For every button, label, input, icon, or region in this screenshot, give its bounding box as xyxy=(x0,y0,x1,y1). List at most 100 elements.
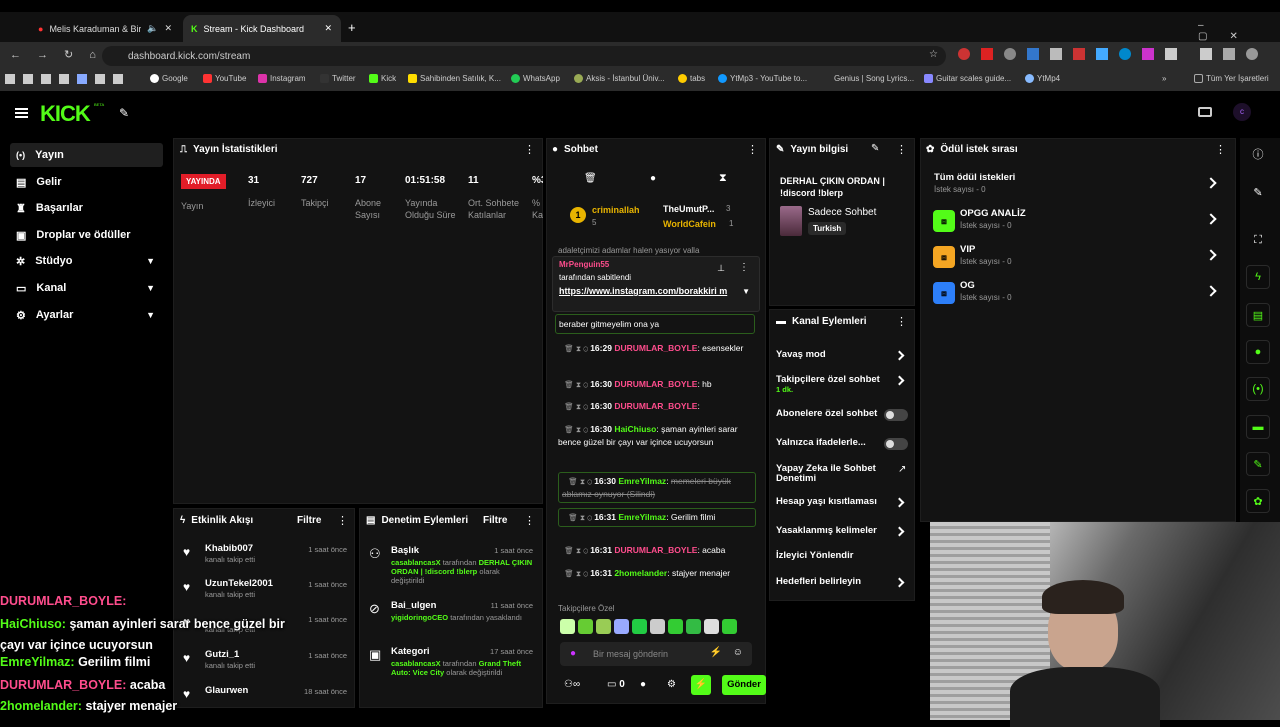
address-bar[interactable]: dashboard.kick.com/stream ☆ xyxy=(102,46,946,66)
channel-action-item[interactable]: Yapay Zeka ile Sohbet Denetimi xyxy=(776,464,886,484)
external-link-icon[interactable]: ↗ xyxy=(898,464,906,475)
channel-action-item[interactable]: Yasaklanmış kelimeler xyxy=(776,526,886,536)
channel-action-item[interactable]: Hesap yaşı kısıtlaması xyxy=(776,497,886,507)
close-icon[interactable]: ✕ xyxy=(164,23,172,34)
user-avatar[interactable]: c xyxy=(1233,103,1251,121)
emote-icon[interactable] xyxy=(650,619,665,634)
channel-action-item[interactable]: Abonelere özel sohbet xyxy=(776,409,886,419)
sidebar-item-basarilar[interactable]: ♜ Başarılar xyxy=(10,196,163,220)
reward-name[interactable]: OG xyxy=(960,280,975,291)
gift-icon[interactable]: ✿ xyxy=(1246,489,1270,513)
channel-action-item[interactable]: İzleyici Yönlendir xyxy=(776,551,886,561)
puzzle-icon[interactable] xyxy=(1165,48,1177,60)
filter-button[interactable]: Filtre xyxy=(483,515,507,526)
chat-username[interactable]: DURUMLAR_BOYLE xyxy=(614,379,697,389)
chevron-down-icon[interactable]: ▼ xyxy=(742,287,750,296)
window-controls[interactable]: –▢✕ xyxy=(1198,20,1280,42)
download-icon[interactable] xyxy=(1200,48,1212,60)
bookmark-kick[interactable]: Kick xyxy=(369,74,396,83)
reward-name[interactable]: OPGG ANALİZ xyxy=(960,208,1026,219)
activity-user[interactable]: Khabib007 xyxy=(205,543,253,554)
nav-buttons[interactable]: ←→↻⌂ xyxy=(10,48,112,61)
top-chatter-name[interactable]: criminallah xyxy=(592,205,640,215)
bookmark-all[interactable]: Tüm Yer İşaretleri xyxy=(1194,74,1269,83)
reward-name[interactable]: VIP xyxy=(960,244,975,255)
kick-emote-icon[interactable]: ⚡ xyxy=(710,647,722,658)
kebab-menu-icon[interactable]: ⋮ xyxy=(747,143,758,156)
broadcast-icon[interactable]: (•) xyxy=(1246,377,1270,401)
bookmark-ytmp3[interactable]: YtMp3 - YouTube to... xyxy=(718,74,807,83)
chat-username[interactable]: EmreYilmaz xyxy=(618,512,666,522)
extension-icon[interactable] xyxy=(1119,48,1131,60)
bolt-icon[interactable]: ϟ xyxy=(1246,265,1270,289)
bookmark-youtube[interactable]: YouTube xyxy=(203,74,246,83)
new-tab-button[interactable]: + xyxy=(348,20,356,35)
channel-action-item[interactable]: Yalnızca ifadelerle... xyxy=(776,438,886,448)
bookmarks-overflow[interactable]: » xyxy=(1162,74,1166,83)
app-shortcuts[interactable] xyxy=(5,74,123,84)
chat-username[interactable]: HaiChiuso xyxy=(614,424,656,434)
kebab-menu-icon[interactable]: ⋮ xyxy=(524,143,535,156)
extension-icon[interactable] xyxy=(1142,48,1154,60)
toggle-switch[interactable] xyxy=(884,438,908,450)
channel-action-item[interactable]: Yavaş mod xyxy=(776,350,886,360)
sidebar-item-ayarlar[interactable]: ⚙ Ayarlar ▼ xyxy=(10,303,163,327)
bookmark-ytmp4[interactable]: YtMp4 xyxy=(1025,74,1060,83)
top-chatter-name[interactable]: WorldCafein xyxy=(663,219,716,229)
chat-username[interactable]: 2homelander xyxy=(614,568,667,578)
category-name[interactable]: Sadece Sohbet xyxy=(808,207,876,218)
pin-icon[interactable]: ⊥ xyxy=(717,263,725,274)
top-chatter-name[interactable]: TheUmutP... xyxy=(663,204,714,214)
browser-tab-youtube[interactable]: ● Melis Karaduman & Birkan 🔈 ✕ xyxy=(30,15,180,42)
chat-username[interactable]: DURUMLAR_BOYLE xyxy=(614,343,697,353)
profile-icon[interactable] xyxy=(1246,48,1258,60)
sidebar-item-gelir[interactable]: ▤ Gelir xyxy=(10,170,163,194)
chat-bubble-icon[interactable]: ● xyxy=(640,679,646,690)
extension-icon[interactable] xyxy=(1027,48,1039,60)
bookmark-sahibinden[interactable]: Sahibinden Satılık, K... xyxy=(408,74,501,83)
emote-icon[interactable] xyxy=(596,619,611,634)
chat-username[interactable]: DURUMLAR_BOYLE xyxy=(614,545,697,555)
chat-bubble-icon[interactable]: ● xyxy=(1246,340,1270,364)
filter-button[interactable]: Filtre xyxy=(297,515,321,526)
channel-action-item[interactable]: Hedefleri belirleyin xyxy=(776,577,886,587)
kebab-menu-icon[interactable]: ⋮ xyxy=(524,514,535,527)
shield-icon[interactable] xyxy=(1050,48,1062,60)
kebab-menu-icon[interactable]: ⋮ xyxy=(896,315,907,328)
emote-icon[interactable] xyxy=(614,619,629,634)
hamburger-menu-icon[interactable] xyxy=(15,108,28,118)
layout-icon[interactable] xyxy=(1198,107,1212,117)
kebab-menu-icon[interactable]: ⋮ xyxy=(1215,143,1226,156)
close-icon[interactable]: ✕ xyxy=(325,23,333,34)
bookmark-twitter[interactable]: Twitter xyxy=(320,74,356,83)
emote-icon[interactable] xyxy=(704,619,719,634)
menu-icon[interactable] xyxy=(1223,48,1235,60)
bookmark-google[interactable]: Google xyxy=(150,74,188,83)
kick-logo[interactable]: KICK xyxy=(40,101,91,127)
bookmark-guitar[interactable]: Guitar scales guide... xyxy=(924,74,1011,83)
hourglass-icon[interactable]: ⧗ xyxy=(719,172,727,185)
star-icon[interactable]: ☆ xyxy=(929,49,938,60)
info-icon[interactable]: ⓘ xyxy=(1246,142,1270,166)
emote-icon[interactable] xyxy=(578,619,593,634)
pin-tool-icon[interactable]: ✎ xyxy=(119,106,129,120)
activity-user[interactable]: Glaurwen xyxy=(205,685,248,696)
sidebar-item-studyo[interactable]: ✲ Stüdyo ▼ xyxy=(10,249,163,273)
edit-icon[interactable]: ✎ xyxy=(871,143,879,154)
emote-icon[interactable] xyxy=(722,619,737,634)
edit-icon[interactable]: ✎ xyxy=(1246,180,1270,204)
layers-icon[interactable]: ▬ xyxy=(1246,415,1270,439)
emote-icon[interactable] xyxy=(668,619,683,634)
bookmark-whatsapp[interactable]: WhatsApp xyxy=(511,74,560,83)
emote-icon[interactable] xyxy=(560,619,575,634)
kebab-menu-icon[interactable]: ⋮ xyxy=(739,262,749,273)
channel-action-item[interactable]: Takipçilere özel sohbet xyxy=(776,375,886,385)
fullscreen-icon[interactable]: ⛶ xyxy=(1246,228,1270,252)
bookmark-genius[interactable]: Genius | Song Lyrics... xyxy=(834,74,914,83)
emote-icon[interactable] xyxy=(686,619,701,634)
sidebar-item-droplar[interactable]: ▣ Droplar ve ödüller xyxy=(10,223,163,247)
chat-input[interactable]: ● Bir mesaj gönderin ⚡ ☺ xyxy=(560,642,752,666)
trash-icon[interactable]: 🗑 xyxy=(584,173,597,184)
reward-name[interactable]: Tüm ödül istekleri xyxy=(934,172,1015,183)
extension-icons[interactable] xyxy=(958,48,1273,64)
